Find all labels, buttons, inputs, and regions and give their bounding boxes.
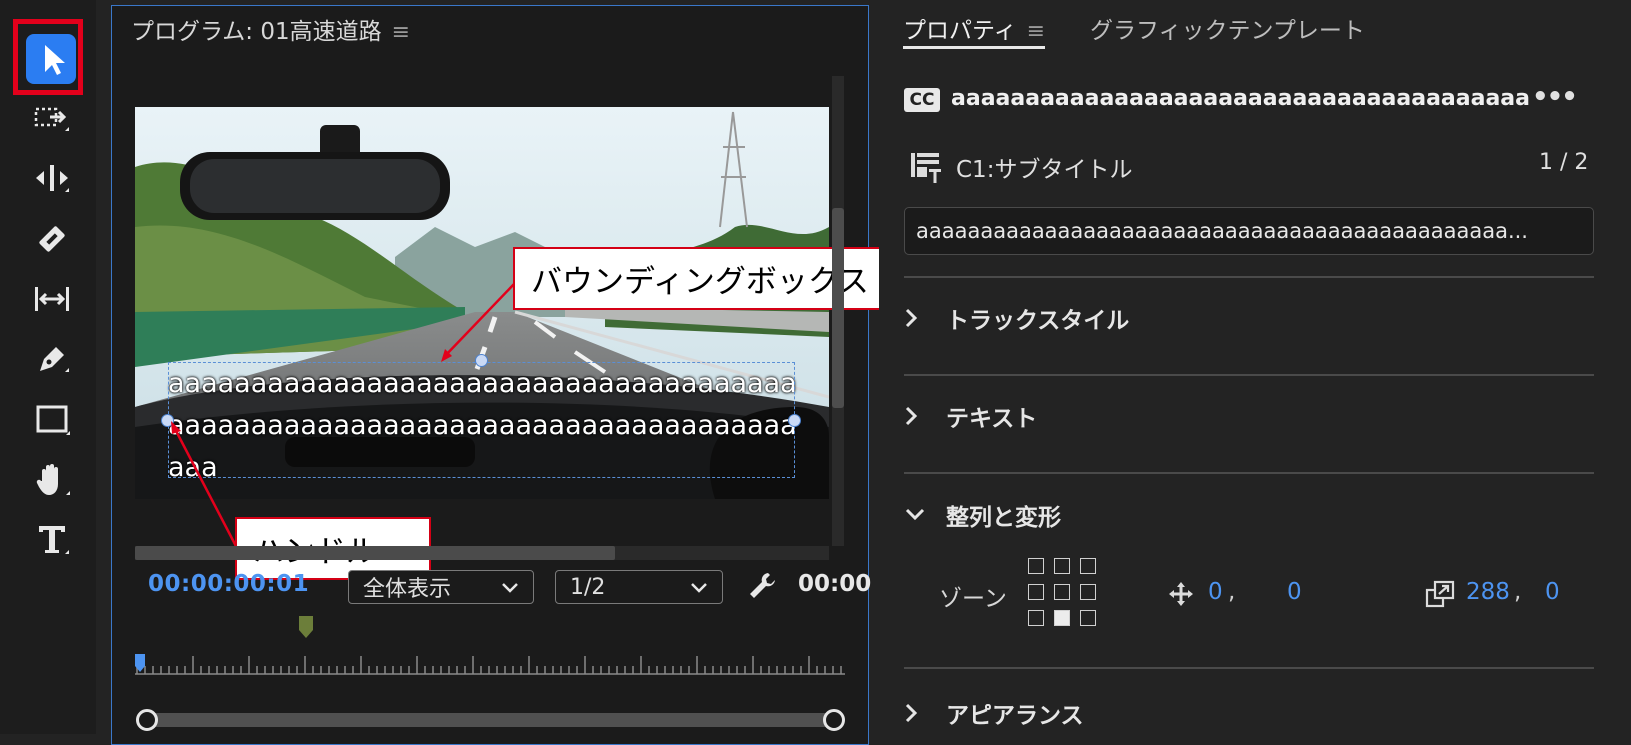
section-divider [904, 472, 1594, 474]
zoom-scroll-start-handle[interactable] [136, 709, 158, 731]
position-x-value[interactable]: 0 [1208, 579, 1223, 605]
section-divider [904, 276, 1594, 278]
section-track-style[interactable]: トラックスタイル [904, 301, 1129, 335]
scale-height-value[interactable]: 0 [1545, 579, 1560, 605]
vertical-scrollbar-thumb[interactable] [832, 208, 844, 408]
zone-cell-middle-left[interactable] [1028, 584, 1044, 600]
zoom-level-value: 全体表示 [363, 577, 452, 602]
zoom-scroll-end-handle[interactable] [823, 709, 845, 731]
horizontal-scrollbar-thumb[interactable] [135, 546, 615, 560]
zone-cell-top-right[interactable] [1080, 558, 1096, 574]
playback-resolution-value: 1/2 [570, 574, 606, 600]
section-track-style-label: トラックスタイル [946, 308, 1130, 334]
caption-track-name: C1:サブタイトル [956, 157, 1133, 183]
caption-text-field-value: aaaaaaaaaaaaaaaaaaaaaaaaaaaaaaaaaaaaaaaa… [916, 219, 1528, 243]
section-text-label: テキスト [946, 406, 1038, 432]
caption-text-field[interactable]: aaaaaaaaaaaaaaaaaaaaaaaaaaaaaaaaaaaaaaaa… [904, 207, 1594, 255]
scale-icon [1425, 580, 1455, 608]
zone-cell-middle-right[interactable] [1080, 584, 1096, 600]
section-appearance-label: アピアランス [946, 703, 1084, 729]
duration-timecode: 00:00 [798, 571, 872, 597]
section-text[interactable]: テキスト [904, 399, 1037, 433]
playback-resolution-select[interactable]: 1/2 [555, 570, 723, 604]
playhead-timecode[interactable]: 00:00:00:01 [148, 571, 309, 597]
scale-width-value[interactable]: 288 [1466, 579, 1510, 605]
settings-wrench-icon[interactable] [746, 570, 778, 602]
tab-properties-label: プロパティ [903, 18, 1017, 44]
caption-track-count: 1 / 2 [1539, 150, 1589, 175]
move-position-icon [1169, 582, 1193, 606]
closed-caption-icon: CC [904, 88, 940, 112]
zone-cell-middle-center[interactable] [1054, 584, 1070, 600]
chevron-down-icon [502, 583, 518, 593]
section-divider [904, 667, 1594, 669]
zone-label: ゾーン [939, 586, 1007, 612]
marker-icon[interactable] [299, 616, 313, 640]
chevron-right-icon [905, 406, 918, 426]
section-align-transform[interactable]: 整列と変形 [904, 498, 1061, 532]
position-comma: , [1228, 579, 1236, 605]
tab-graphic-templates[interactable]: グラフィックテンプレート [1090, 11, 1365, 45]
scale-comma: , [1514, 579, 1522, 605]
panel-menu-icon[interactable]: ≡ [1027, 19, 1045, 44]
time-ruler[interactable] [135, 650, 845, 680]
callout-bounding-box: バウンディングボックス [513, 247, 927, 310]
section-align-transform-label: 整列と変形 [946, 505, 1061, 531]
active-tab-underline [903, 46, 1045, 49]
caption-clip-name: aaaaaaaaaaaaaaaaaaaaaaaaaaaaaaaaaaaaaaa.… [951, 86, 1531, 111]
more-options-icon[interactable]: ••• [1532, 82, 1578, 112]
zoom-scroll-track[interactable] [144, 713, 836, 727]
zone-cell-top-center[interactable] [1054, 558, 1070, 574]
zone-cell-bottom-left[interactable] [1028, 610, 1044, 626]
chevron-down-icon [691, 583, 707, 593]
position-y-value[interactable]: 0 [1287, 579, 1302, 605]
zone-cell-bottom-right[interactable] [1080, 610, 1096, 626]
tab-properties[interactable]: プロパティ ≡ [903, 11, 1045, 45]
section-appearance[interactable]: アピアランス [904, 696, 1084, 730]
zone-cell-bottom-center[interactable] [1054, 610, 1070, 626]
chevron-right-icon [905, 308, 918, 328]
section-divider [904, 374, 1594, 376]
caption-track-icon [911, 153, 941, 183]
zone-cell-top-left[interactable] [1028, 558, 1044, 574]
chevron-right-icon [905, 703, 918, 723]
chevron-down-icon [905, 508, 925, 521]
zoom-level-select[interactable]: 全体表示 [348, 570, 534, 604]
